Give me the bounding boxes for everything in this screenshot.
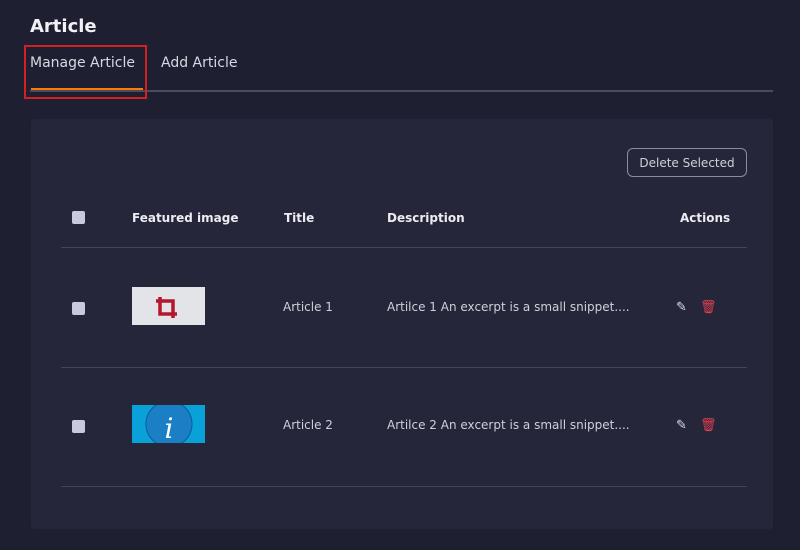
edit-icon[interactable]: ✎ [676,300,687,315]
header-title: Title [284,211,315,225]
select-all-checkbox[interactable] [72,211,85,224]
header-description: Description [387,211,465,225]
header-featured-image: Featured image [132,211,239,225]
featured-image-thumbnail [132,287,205,325]
divider [61,367,747,368]
article-description: Artilce 1 An excerpt is a small snippet.… [387,300,630,314]
edit-icon[interactable]: ✎ [676,418,687,433]
crop-icon [156,297,177,318]
page-title: Article [30,16,97,37]
svg-text:i: i [165,412,174,443]
articles-panel: Delete Selected Featured image Title Des… [31,119,773,529]
featured-image-thumbnail: i [132,400,205,448]
article-title: Article 2 [283,418,333,432]
info-icon: i [145,400,193,448]
delete-selected-button[interactable]: Delete Selected [627,148,747,177]
row-checkbox[interactable] [72,302,85,315]
tab-add-article[interactable]: Add Article [161,55,237,71]
trash-icon[interactable]: 🗑 [700,418,717,433]
trash-icon[interactable]: 🗑 [700,300,717,315]
highlight-box [24,45,147,99]
divider [61,486,747,487]
divider [61,247,747,248]
article-description: Artilce 2 An excerpt is a small snippet.… [387,418,630,432]
header-actions: Actions [680,211,731,225]
row-checkbox[interactable] [72,420,85,433]
article-title: Article 1 [283,300,333,314]
